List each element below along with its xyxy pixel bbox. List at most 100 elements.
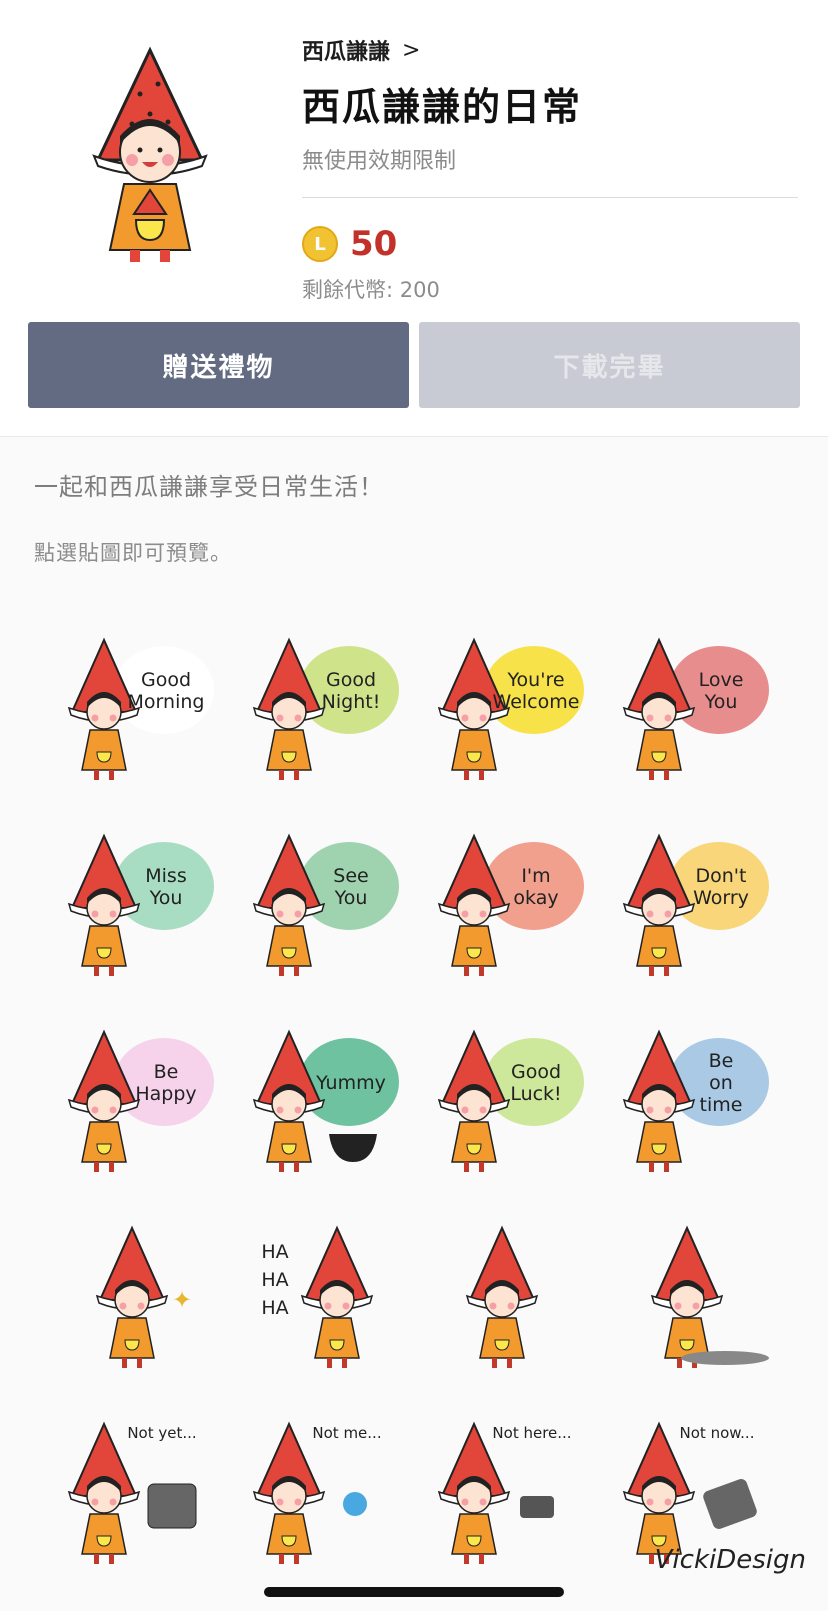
preview-hint: 點選貼圖即可預覽。 — [34, 541, 232, 565]
sticker-title: 西瓜謙謙的日常 — [302, 85, 583, 129]
sticker-content: 一起和西瓜謙謙享受日常生活！ 點選貼圖即可預覽。 Good Morning Good… — [0, 436, 828, 1611]
girl-character — [67, 1421, 140, 1564]
sticker-caption: Not now... — [679, 1424, 754, 1442]
sticker-image: I'mokay — [437, 833, 584, 976]
sticker-caption: okay — [513, 887, 558, 909]
sticker-image: Not me... — [252, 1421, 381, 1564]
sticker-image: GoodLuck! — [437, 1029, 584, 1172]
girl-character — [252, 1421, 325, 1564]
sticker-caption: Happy — [135, 1083, 196, 1105]
sticker-item[interactable]: Good Night! — [229, 607, 414, 803]
bowl-icon — [328, 1134, 377, 1162]
girl-character — [300, 1225, 373, 1368]
sticker-item[interactable]: Miss You — [44, 803, 229, 999]
divider — [302, 197, 798, 198]
sticker-caption: Good — [325, 669, 375, 691]
girl-character — [95, 1225, 168, 1368]
price-row: L 50 — [302, 224, 798, 264]
phone-icon — [519, 1496, 554, 1518]
girl-character — [622, 1421, 695, 1564]
sticker-caption: HA — [261, 1269, 288, 1291]
drops-icon — [342, 1492, 367, 1516]
sticker-caption: Good — [140, 669, 190, 691]
sticker-caption: time — [699, 1094, 742, 1116]
product-header: 西瓜謙謙 > 西瓜謙謙的日常 無使用效期限制 L 50 剩餘代幣: 200 贈送… — [0, 0, 828, 436]
sticker-item[interactable]: Love You — [599, 607, 784, 803]
sticker-image — [465, 1225, 538, 1368]
sticker-image: ✦ — [95, 1225, 192, 1368]
sticker-caption: Welcome — [492, 691, 579, 713]
sticker-item[interactable]: Be Happy — [44, 999, 229, 1195]
sticker-item[interactable]: Not me... — [229, 1391, 414, 1587]
download-complete-button: 下載完畢 — [419, 322, 800, 408]
sparkle-icon: ✦ — [172, 1286, 192, 1314]
sticker-caption: on — [709, 1072, 733, 1094]
sticker-image: Yummy — [252, 1029, 399, 1172]
sticker-caption: Yummy — [315, 1072, 386, 1094]
sticker-item[interactable]: You're Welcome — [414, 607, 599, 803]
sticker-item[interactable]: HA HA HA — [229, 1195, 414, 1391]
sticker-caption: Worry — [693, 887, 749, 909]
home-indicator — [264, 1587, 564, 1597]
sticker-caption: Be — [153, 1061, 178, 1083]
sticker-caption: You're — [506, 669, 564, 691]
sticker-image: BeHappy — [67, 1029, 214, 1172]
sticker-image: SeeYou — [252, 833, 399, 976]
sticker-caption: HA — [261, 1241, 288, 1263]
action-buttons: 贈送禮物 下載完畢 — [28, 322, 800, 408]
toaster-icon — [147, 1483, 196, 1529]
sticker-item[interactable]: Good Luck! — [414, 999, 599, 1195]
sticker-caption: You — [148, 887, 182, 909]
price-value: 50 — [350, 224, 398, 264]
scale-icon — [702, 1479, 757, 1529]
sticker-image: GoodMorning — [67, 637, 214, 780]
sticker-item[interactable]: Be on time — [599, 999, 784, 1195]
sticker-item[interactable]: Good Morning — [44, 607, 229, 803]
product-info: 西瓜謙謙 > 西瓜謙謙的日常 無使用效期限制 L 50 剩餘代幣: 200 — [302, 36, 798, 304]
validity-text: 無使用效期限制 — [302, 149, 457, 174]
sticker-caption: Miss — [145, 865, 186, 887]
sticker-item[interactable] — [414, 1195, 599, 1391]
sticker-image: HA HA HA — [261, 1225, 373, 1368]
sticker-grid: Good Morning Good Night! You're Welcome Love Yo… — [44, 607, 784, 1587]
sticker-item[interactable]: I'm okay — [414, 803, 599, 999]
sticker-caption: Luck! — [510, 1083, 561, 1105]
sticker-caption: Morning — [127, 691, 204, 713]
sticker-caption: Night! — [321, 691, 380, 713]
sticker-image: You'reWelcome — [437, 637, 584, 780]
sticker-caption: Love — [698, 669, 743, 691]
sticker-item[interactable]: Not yet... — [44, 1391, 229, 1587]
sticker-item[interactable]: Yummy — [229, 999, 414, 1195]
sticker-image: Not here... — [437, 1421, 571, 1564]
sticker-caption: See — [333, 865, 368, 887]
sticker-caption: You — [703, 691, 737, 713]
sticker-image: LoveYou — [622, 637, 769, 780]
author-link[interactable]: 西瓜謙謙 > — [302, 36, 798, 66]
sticker-image — [650, 1225, 769, 1368]
sticker-caption: Don't — [695, 865, 746, 887]
sticker-item[interactable]: Don't Worry — [599, 803, 784, 999]
coin-balance: 剩餘代幣: 200 — [302, 278, 440, 302]
main-sticker-image — [92, 46, 208, 262]
sticker-image: GoodNight! — [252, 637, 399, 780]
sticker-caption: You — [333, 887, 367, 909]
girl-character — [437, 1421, 510, 1564]
sticker-item[interactable] — [599, 1195, 784, 1391]
girl-character — [650, 1225, 723, 1368]
chevron-right-icon: > — [402, 37, 421, 63]
sticker-caption: Not here... — [492, 1424, 571, 1442]
line-coin-icon: L — [302, 226, 338, 262]
shadow-shape — [680, 1351, 769, 1365]
description-text: 一起和西瓜謙謙享受日常生活！ — [34, 473, 384, 501]
sticker-caption: Not yet... — [127, 1424, 196, 1442]
sticker-item[interactable]: Not here... — [414, 1391, 599, 1587]
sticker-item[interactable]: ✦ — [44, 1195, 229, 1391]
watermark: VickiDesign — [654, 1545, 806, 1575]
sticker-item[interactable]: See You — [229, 803, 414, 999]
send-gift-button[interactable]: 贈送禮物 — [28, 322, 409, 408]
girl-character — [465, 1225, 538, 1368]
sticker-caption: I'm — [521, 865, 550, 887]
sticker-image: Not yet... — [67, 1421, 196, 1564]
sticker-image: MissYou — [67, 833, 214, 976]
sticker-image: Beontime — [622, 1029, 769, 1172]
